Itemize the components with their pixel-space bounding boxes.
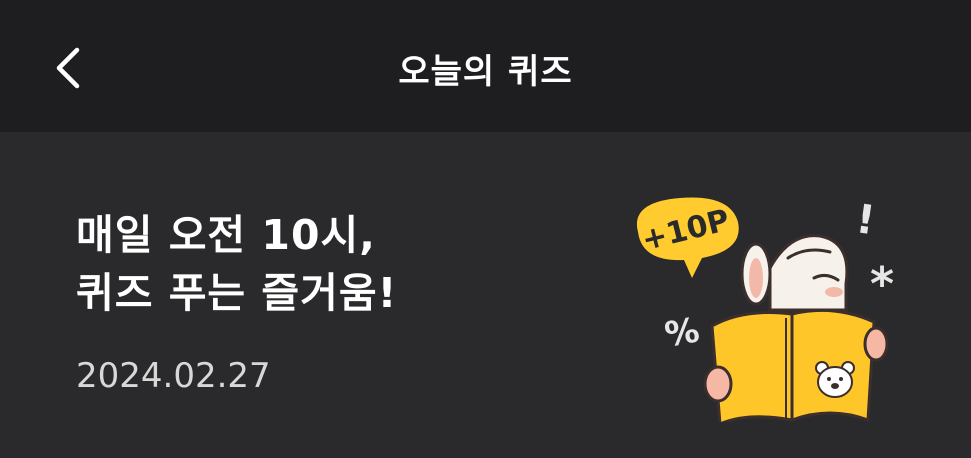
quiz-date: 2024.02.27 [76,356,271,396]
quiz-banner: 매일 오전 10시, 퀴즈 푸는 즐거움! 2024.02.27 +10P ! … [0,132,971,458]
reading-character-illustration: +10P ! * % [636,196,894,422]
headline-line-1: 매일 오전 10시, [76,211,376,259]
percent-mark: % [662,310,703,355]
bear-emblem-icon [815,361,855,398]
points-badge: +10P [636,197,739,278]
character [740,234,849,312]
headline-line-2: 퀴즈 푸는 즐거움! [76,269,398,317]
open-book [710,308,876,422]
asterisk-mark: * [870,257,894,311]
header-bar: 오늘의 퀴즈 [0,0,971,132]
quiz-headline: 매일 오전 10시, 퀴즈 푸는 즐거움! [76,206,397,322]
page-title: 오늘의 퀴즈 [398,52,573,92]
exclamation-mark: ! [853,196,877,244]
right-hand [863,326,889,362]
left-hand [703,365,733,403]
